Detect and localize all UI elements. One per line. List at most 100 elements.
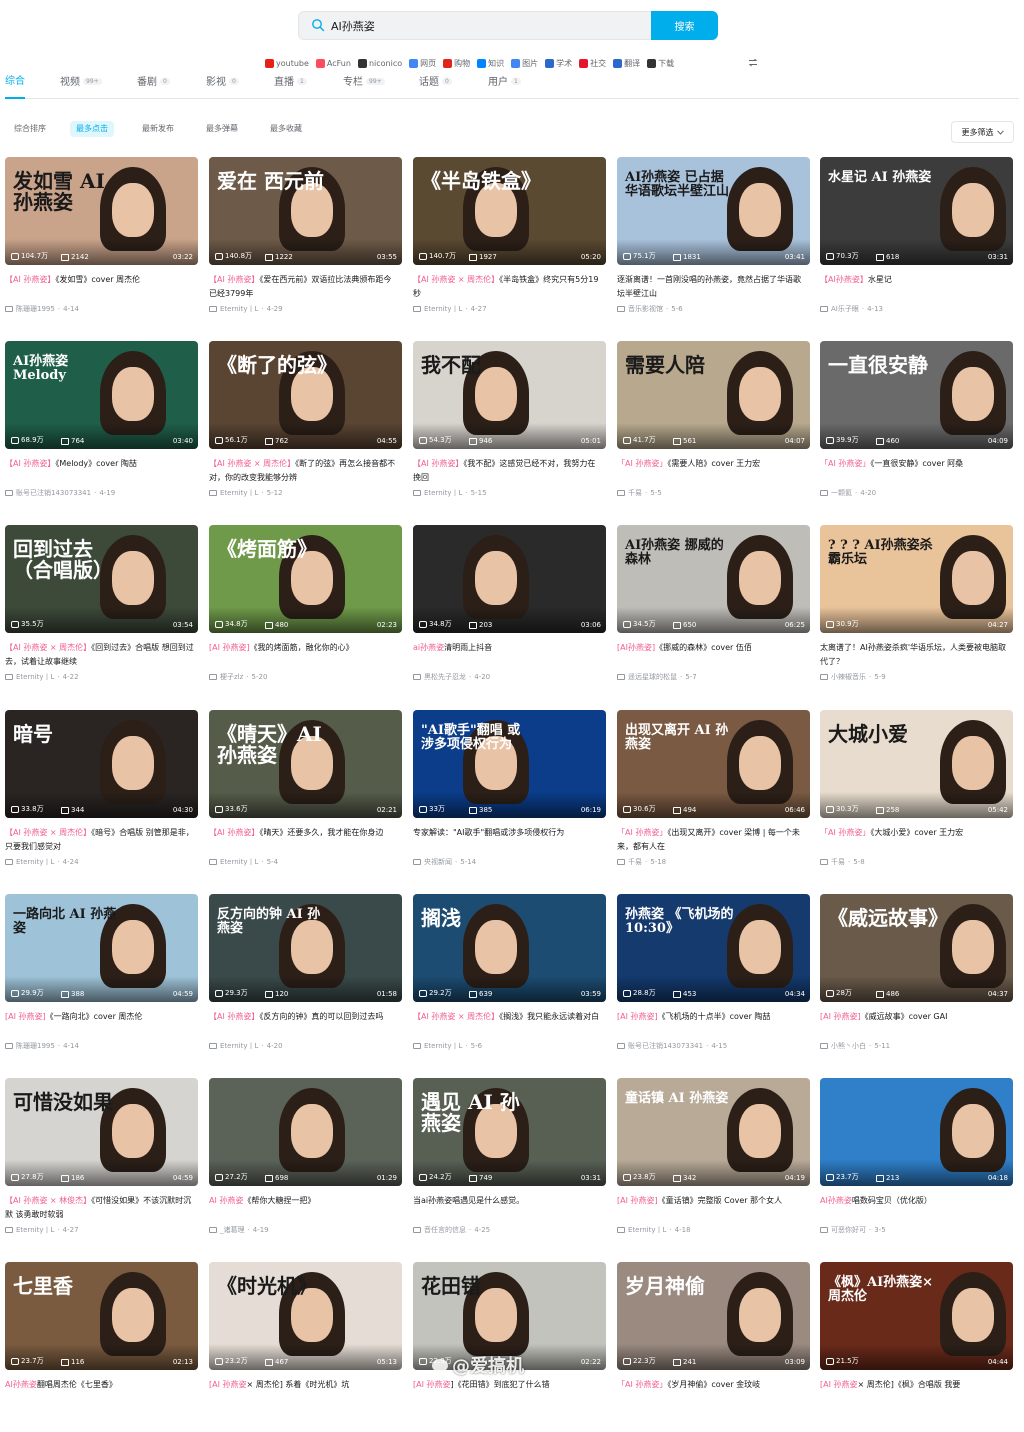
uploader-name[interactable]: 小熊丶小白 bbox=[831, 1041, 866, 1051]
video-card[interactable]: 孙燕姿 《飞机场的10:30》 28.8万 453 04:34 [AI 孙燕姿]《飞机场… bbox=[617, 894, 810, 1064]
uploader-name[interactable]: Eternity丨L bbox=[16, 672, 54, 682]
uploader-name[interactable]: Eternity丨L bbox=[628, 1225, 666, 1235]
video-thumbnail[interactable]: 暗号 33.8万 344 04:30 bbox=[5, 710, 198, 818]
video-title[interactable]: 当ai孙燕姿唱遇见是什么感觉。 bbox=[413, 1194, 602, 1208]
uploader-name[interactable]: Eternity丨L bbox=[220, 304, 258, 314]
video-title[interactable]: [AI孙燕姿]《挪威的森林》cover 伍佰 bbox=[617, 641, 806, 655]
video-title[interactable]: [AI 孙燕姿]《飞机场的十点半》cover 陶喆 bbox=[617, 1010, 806, 1024]
search-input[interactable] bbox=[329, 15, 633, 37]
video-card[interactable]: 23.7万 213 04:18 AI孙燕姿唱数码宝贝（优化版） 可恶你好可 · 3-5 bbox=[820, 1078, 1013, 1248]
video-card[interactable]: 回到过去（合唱版） 35.5万 03:54 【AI 孙燕姿 × 周杰伦】《回到过去》合… bbox=[5, 525, 198, 695]
video-title[interactable]: 【AI 孙燕姿】《晴天》还要多久，我才能在你身边 bbox=[209, 826, 398, 840]
video-card[interactable]: 反方向的钟 AI 孙燕姿 29.3万 120 01:58 【AI 孙燕姿】《反方向的钟》… bbox=[209, 894, 402, 1064]
video-card[interactable]: 遇见 AI 孙燕姿 24.2万 749 03:31 当ai孙燕姿唱遇见是什么感觉。 音任言… bbox=[413, 1078, 606, 1248]
video-thumbnail[interactable]: 34.8万 203 03:06 bbox=[413, 525, 606, 633]
video-thumbnail[interactable]: 《晴天》AI 孙燕姿 33.6万 02:21 bbox=[209, 710, 402, 818]
video-thumbnail[interactable]: 回到过去（合唱版） 35.5万 03:54 bbox=[5, 525, 198, 633]
tab-3[interactable]: 影视 0 bbox=[206, 76, 239, 96]
video-title[interactable]: AI孙燕姿翻唱周杰伦《七里香》 bbox=[5, 1378, 194, 1392]
tab-2[interactable]: 番剧 0 bbox=[137, 76, 170, 96]
video-card[interactable]: 我不配 54.3万 946 05:01 【AI 孙燕姿】《我不配》这感觉已经不对，我努力… bbox=[413, 341, 606, 511]
sort-option-0[interactable]: 综合排序 bbox=[8, 121, 52, 137]
video-thumbnail[interactable]: 27.2万 698 01:29 bbox=[209, 1078, 402, 1186]
video-card[interactable]: 《半岛铁盒》 140.7万 1927 05:20 【AI 孙燕姿 × 周杰伦】《半岛铁盒… bbox=[413, 157, 606, 327]
uploader-name[interactable]: 黑松先子忍龙 bbox=[424, 672, 466, 682]
video-card[interactable]: 《晴天》AI 孙燕姿 33.6万 02:21 【AI 孙燕姿】《晴天》还要多久，我才能… bbox=[209, 710, 402, 880]
uploader-name[interactable]: 账号已注销143073341 bbox=[628, 1041, 703, 1051]
video-thumbnail[interactable]: 《烤面筋》 34.8万 480 02:23 bbox=[209, 525, 402, 633]
video-card[interactable]: 七里香 23.7万 116 02:13 AI孙燕姿翻唱周杰伦《七里香》 bbox=[5, 1262, 198, 1432]
video-card[interactable]: AI孙燕姿 已占据华语歌坛半壁江山 75.1万 1831 03:41 逐渐离谱！一首刚没… bbox=[617, 157, 810, 327]
uploader-name[interactable]: Eternity丨L bbox=[220, 1041, 258, 1051]
video-title[interactable]: 「AI 孙燕姿」《一直很安静》cover 阿桑 bbox=[820, 457, 1009, 471]
video-title[interactable]: AI 孙燕姿《帮你大糖捏一把》 bbox=[209, 1194, 398, 1208]
video-title[interactable]: [AI 孙燕姿]《我的烤面筋，融化你的心》 bbox=[209, 641, 398, 655]
video-card[interactable]: 大城小爱 30.3万 258 05:42 「AI 孙燕姿」《大城小爱》cover 王力宏… bbox=[820, 710, 1013, 880]
video-card[interactable]: AI孙燕姿 Melody 68.9万 764 03:40 【AI 孙燕姿】《Melody… bbox=[5, 341, 198, 511]
video-thumbnail[interactable]: 《枫》AI孙燕姿×周杰伦 21.5万 04:44 bbox=[820, 1262, 1013, 1370]
tab-6[interactable]: 话题 0 bbox=[419, 76, 452, 96]
video-card[interactable]: 《时光机》 23.2万 467 05:13 [AI 孙燕姿× 周杰伦] 系着《时光机》坑 bbox=[209, 1262, 402, 1432]
video-title[interactable]: 【AI 孙燕姿 × 周杰伦】《暗号》合唱版 别管那是非，只要我们感觉对 bbox=[5, 826, 194, 854]
video-title[interactable]: 【AI 孙燕姿】《发如雪》cover 周杰伦 bbox=[5, 273, 194, 287]
swap-icon[interactable] bbox=[748, 58, 758, 67]
uploader-name[interactable]: 千易 bbox=[628, 488, 642, 498]
uploader-name[interactable]: 账号已注销143073341 bbox=[16, 488, 91, 498]
uploader-name[interactable]: Eternity丨L bbox=[16, 1225, 54, 1235]
video-title[interactable]: 【AI 孙燕姿】《Melody》cover 陶喆 bbox=[5, 457, 194, 471]
video-title[interactable]: 「AI 孙燕姿」《出现又离开》cover 梁博 | 每一个未来，都有人在 bbox=[617, 826, 806, 854]
external-link-7[interactable]: 学术 bbox=[545, 57, 572, 69]
video-thumbnail[interactable]: AI孙燕姿 已占据华语歌坛半壁江山 75.1万 1831 03:41 bbox=[617, 157, 810, 265]
video-title[interactable]: AI孙燕姿唱数码宝贝（优化版） bbox=[820, 1194, 1009, 1208]
video-card[interactable]: 出现又离开 AI 孙燕姿 30.6万 494 06:46 「AI 孙燕姿」《出现又离开》… bbox=[617, 710, 810, 880]
external-link-2[interactable]: niconico bbox=[357, 57, 402, 69]
video-title[interactable]: 【AI 孙燕姿】《我不配》这感觉已经不对，我努力在挽回 bbox=[413, 457, 602, 485]
sort-option-2[interactable]: 最新发布 bbox=[136, 121, 180, 137]
video-card[interactable]: 爱在 西元前 140.8万 1222 03:55 【AI 孙燕姿】《爱在西元前》双语拉比… bbox=[209, 157, 402, 327]
uploader-name[interactable]: 一颗氦 bbox=[831, 488, 852, 498]
video-title[interactable]: 【AI 孙燕姿】《反方向的钟》真的可以回到过去吗 bbox=[209, 1010, 398, 1024]
uploader-name[interactable]: Eternity丨L bbox=[424, 488, 462, 498]
uploader-name[interactable]: Eternity丨L bbox=[220, 857, 258, 867]
video-title[interactable]: 太离谱了！AI孙燕姿杀疯'华语乐坛，人类要被电脑取代了？ bbox=[820, 641, 1009, 669]
video-title[interactable]: 「AI 孙燕姿」《大城小爱》cover 王力宏 bbox=[820, 826, 1009, 840]
external-link-10[interactable]: 下载 bbox=[647, 57, 674, 69]
video-thumbnail[interactable]: 《断了的弦》 56.1万 762 04:55 bbox=[209, 341, 402, 449]
video-thumbnail[interactable]: 水星记 AI 孙燕姿 70.3万 618 03:31 bbox=[820, 157, 1013, 265]
video-thumbnail[interactable]: "AI歌手"翻唱 或涉多项侵权行为 33万 385 06:19 bbox=[413, 710, 606, 818]
sort-option-3[interactable]: 最多弹幕 bbox=[200, 121, 244, 137]
uploader-name[interactable]: 陈珊珊1995 bbox=[16, 304, 55, 314]
external-link-5[interactable]: 知识 bbox=[477, 57, 504, 69]
uploader-name[interactable]: 遥远星球的松鼠 bbox=[628, 672, 677, 682]
video-thumbnail[interactable]: 《半岛铁盒》 140.7万 1927 05:20 bbox=[413, 157, 606, 265]
uploader-name[interactable]: 可恶你好可 bbox=[831, 1225, 866, 1235]
video-thumbnail[interactable]: 七里香 23.7万 116 02:13 bbox=[5, 1262, 198, 1370]
uploader-name[interactable]: AI乐子眼 bbox=[831, 304, 859, 314]
video-card[interactable]: 《断了的弦》 56.1万 762 04:55 【AI 孙燕姿 × 周杰伦】《断了的弦》再… bbox=[209, 341, 402, 511]
search-box[interactable] bbox=[298, 11, 652, 40]
external-link-6[interactable]: 图片 bbox=[511, 57, 538, 69]
video-title[interactable]: [AI 孙燕姿× 周杰伦]《枫》合唱版 我要 bbox=[820, 1378, 1009, 1392]
video-thumbnail[interactable]: 23.7万 213 04:18 bbox=[820, 1078, 1013, 1186]
video-card[interactable]: 需要人陪 41.7万 561 04:07 「AI 孙燕姿」《需要人陪》cover 王力宏… bbox=[617, 341, 810, 511]
uploader-name[interactable]: 央视新闻 bbox=[424, 857, 452, 867]
video-title[interactable]: 【AI 孙燕姿 × 周杰伦】《半岛铁盒》终究只有5分19秒 bbox=[413, 273, 602, 301]
video-card[interactable]: 童话镇 AI 孙燕姿 23.8万 342 04:19 [AI 孙燕姿]《童话镇》完整版 … bbox=[617, 1078, 810, 1248]
video-thumbnail[interactable]: AI孙燕姿 挪威的森林 34.5万 650 06:25 bbox=[617, 525, 810, 633]
video-thumbnail[interactable]: 孙燕姿 《飞机场的10:30》 28.8万 453 04:34 bbox=[617, 894, 810, 1002]
search-button[interactable]: 搜索 bbox=[651, 11, 718, 40]
tab-7[interactable]: 用户 1 bbox=[488, 76, 521, 96]
sort-option-1[interactable]: 最多点击 bbox=[70, 121, 114, 137]
uploader-name[interactable]: 音任言的信息 bbox=[424, 1225, 466, 1235]
video-title[interactable]: 专家解读："AI歌手"翻唱或涉多项侵权行为 bbox=[413, 826, 602, 840]
video-card[interactable]: 岁月神偷 22.3万 241 03:09 「AI 孙燕姿」《岁月神偷》cover 金玟岐 bbox=[617, 1262, 810, 1432]
video-card[interactable]: ? ? ? AI孙燕姿杀霸乐坛 30.9万 04:27 太离谱了！AI孙燕姿杀疯'华语… bbox=[820, 525, 1013, 695]
uploader-name[interactable]: 梗子zlz bbox=[220, 672, 243, 682]
uploader-name[interactable]: Eternity丨L bbox=[424, 304, 462, 314]
video-title[interactable]: 【AI孙燕姿】水星记 bbox=[820, 273, 1009, 287]
video-title[interactable]: [AI 孙燕姿× 周杰伦] 系着《时光机》坑 bbox=[209, 1378, 398, 1392]
tab-1[interactable]: 视频 99+ bbox=[60, 76, 102, 96]
uploader-name[interactable]: 小辣椒音乐 bbox=[831, 672, 866, 682]
video-card[interactable]: 暗号 33.8万 344 04:30 【AI 孙燕姿 × 周杰伦】《暗号》合唱版 别管那… bbox=[5, 710, 198, 880]
video-thumbnail[interactable]: 《威远故事》 28万 486 04:37 bbox=[820, 894, 1013, 1002]
